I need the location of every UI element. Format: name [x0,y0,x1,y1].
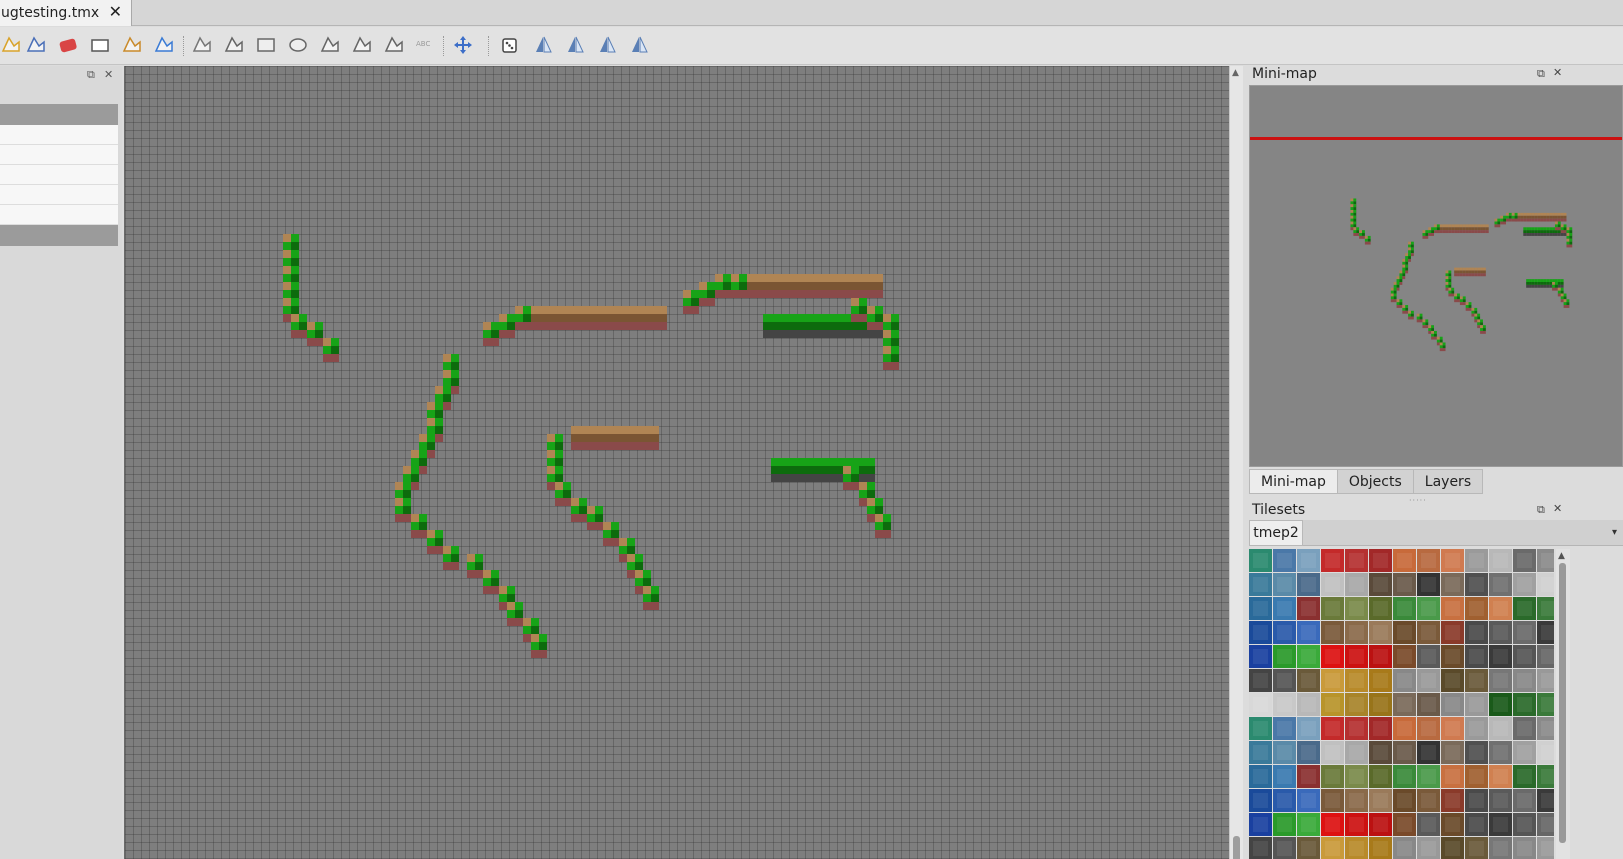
insert-polyline-icon[interactable] [351,34,373,56]
tileset-vertical-scrollbar[interactable]: ▲ [1556,549,1570,859]
float-panel-icon[interactable]: ⧉ [1537,67,1545,81]
move-icon[interactable] [452,34,474,56]
tileset-view[interactable] [1249,549,1554,859]
properties-row[interactable] [0,205,118,225]
toolbar-separator [488,36,490,56]
insert-rectangle-icon[interactable] [255,34,277,56]
random-mode-icon[interactable] [500,34,522,56]
properties-header-row [0,104,118,125]
insert-text-icon[interactable]: ABC [415,34,437,56]
properties-row[interactable] [0,165,118,185]
rectangular-select-icon[interactable] [89,34,111,56]
close-panel-icon[interactable]: ✕ [1553,66,1562,79]
minimap-view[interactable] [1249,85,1623,467]
tab-minimap[interactable]: Mini-map [1249,469,1338,494]
scrollbar-thumb[interactable] [1559,563,1566,843]
bucket-fill-icon[interactable] [25,34,47,56]
float-panel-icon[interactable]: ⧉ [1537,503,1545,517]
tileset-tab[interactable]: tmep2 [1249,520,1303,546]
tools-toolbar: ABC [0,27,1623,65]
scrollbar-thumb[interactable] [1233,836,1240,859]
select-same-tile-icon[interactable] [153,34,175,56]
eraser-icon[interactable] [57,34,79,56]
insert-ellipse-icon[interactable] [287,34,309,56]
insert-polygon-icon[interactable] [319,34,341,56]
dock-splitter-handle[interactable]: ····· [1409,496,1426,505]
close-panel-icon[interactable]: ✕ [1553,502,1562,515]
flip-vertical-icon[interactable] [564,34,586,56]
float-dock-icon[interactable]: ⧉ [87,68,95,82]
rotate-right-icon[interactable] [628,34,650,56]
tilesets-title: Tilesets [1252,502,1306,518]
rotate-left-icon[interactable] [596,34,618,56]
map-tiles [283,234,899,658]
toolbar-separator [443,36,445,56]
flip-horizontal-icon[interactable] [532,34,554,56]
scroll-up-icon[interactable]: ▲ [1232,68,1239,78]
insert-image-icon[interactable] [383,34,405,56]
map-vertical-scrollbar[interactable]: ▲ [1229,66,1243,859]
close-tab-icon[interactable]: ✕ [109,3,122,21]
tab-layers[interactable]: Layers [1413,469,1484,494]
svg-text:ABC: ABC [416,40,430,48]
minimap-preview [1250,137,1622,352]
properties-row[interactable] [0,145,118,165]
right-dock: Mini-map ⧉ ✕ Mini-map Objects Layers ···… [1244,66,1623,859]
dock-tab-bar: Mini-map Objects Layers [1249,469,1484,494]
tiled-editor-window: ugtesting.tmx ✕ ABC ⧉ ✕ ▲ Mini-map ⧉ ✕ M… [0,0,1623,859]
tileset-grid [1249,549,1554,859]
toolbar-separator [183,36,185,56]
stamp-brush-icon[interactable] [0,34,22,56]
chevron-down-icon[interactable]: ▾ [1612,527,1617,538]
minimap-title: Mini-map [1252,66,1317,82]
magic-wand-icon[interactable] [121,34,143,56]
edit-polygons-icon[interactable] [223,34,245,56]
document-tab-label: ugtesting.tmx [1,5,100,21]
properties-row[interactable] [0,125,118,145]
insert-tile-icon[interactable] [191,34,213,56]
document-tab-bar: ugtesting.tmx ✕ [0,0,1623,26]
properties-row[interactable] [0,185,118,205]
map-canvas[interactable] [124,66,1229,859]
tileset-tab-bar: tmep2 ▾ [1249,520,1623,546]
properties-dock: ⧉ ✕ [0,66,122,859]
document-tab[interactable]: ugtesting.tmx ✕ [0,0,132,26]
tab-objects[interactable]: Objects [1337,469,1414,494]
close-dock-icon[interactable]: ✕ [104,68,113,81]
scroll-up-icon[interactable]: ▲ [1558,551,1565,561]
properties-header-row [0,225,118,246]
